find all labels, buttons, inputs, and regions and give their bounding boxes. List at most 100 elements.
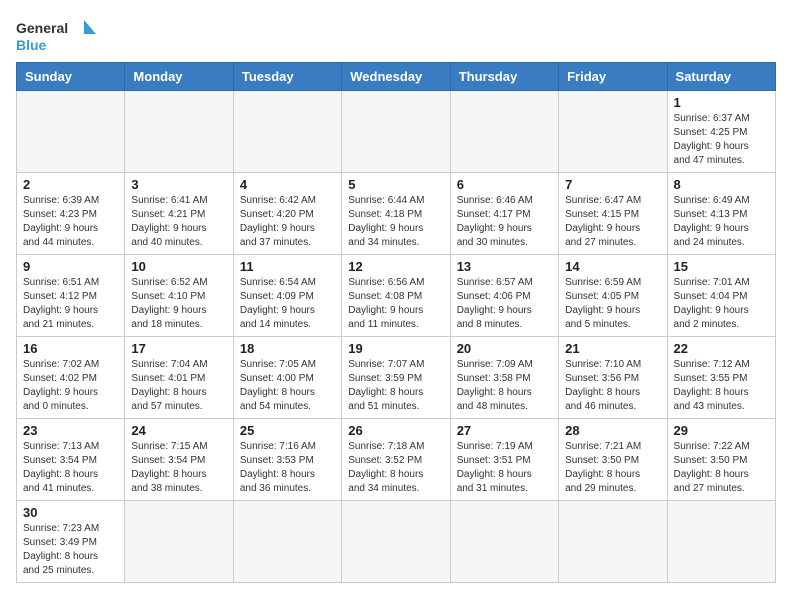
day-number: 17 [131,341,226,356]
day-info: Sunrise: 6:52 AM Sunset: 4:10 PM Dayligh… [131,276,226,332]
calendar-cell: 8 Sunrise: 6:49 AM Sunset: 4:13 PM Daylig… [667,173,775,255]
calendar-cell: 5 Sunrise: 6:44 AM Sunset: 4:18 PM Daylig… [342,173,450,255]
calendar-cell: 24Sunrise: 7:15 AM Sunset: 3:54 PM Dayli… [125,419,233,501]
weekday-header: Saturday [667,63,775,91]
calendar-cell: 23 Sunrise: 7:13 AM Sunset: 3:54 PM Dayli… [17,419,125,501]
logo-svg-container: General Blue [16,16,96,54]
logo-icon: General Blue [16,16,96,54]
day-info: Sunrise: 6:37 AM Sunset: 4:25 PM Dayligh… [674,112,769,168]
day-number: 30 [23,505,118,520]
day-number: 23 [23,423,118,438]
day-info: Sunrise: 6:49 AM Sunset: 4:13 PM Dayligh… [674,194,769,250]
calendar-cell: 30Sunrise: 7:23 AM Sunset: 3:49 PM Dayli… [17,501,125,583]
day-number: 13 [457,259,552,274]
calendar-cell: 16 Sunrise: 7:02 AM Sunset: 4:02 PM Dayli… [17,337,125,419]
day-number: 8 [674,177,769,192]
calendar-cell: 17 Sunrise: 7:04 AM Sunset: 4:01 PM Dayli… [125,337,233,419]
calendar-week-row: 1 Sunrise: 6:37 AM Sunset: 4:25 PM Daylig… [17,91,776,173]
calendar-cell: 10 Sunrise: 6:52 AM Sunset: 4:10 PM Dayli… [125,255,233,337]
day-number: 1 [674,95,769,110]
day-info: Sunrise: 7:04 AM Sunset: 4:01 PM Dayligh… [131,358,226,414]
calendar-cell [17,91,125,173]
day-info: Sunrise: 7:07 AM Sunset: 3:59 PM Dayligh… [348,358,443,414]
day-number: 5 [348,177,443,192]
calendar-cell: 26 Sunrise: 7:18 AM Sunset: 3:52 PM Dayli… [342,419,450,501]
day-number: 10 [131,259,226,274]
calendar-cell: 2 Sunrise: 6:39 AM Sunset: 4:23 PM Daylig… [17,173,125,255]
calendar-cell: 4Sunrise: 6:42 AM Sunset: 4:20 PM Daylig… [233,173,341,255]
day-info: Sunrise: 7:05 AM Sunset: 4:00 PM Dayligh… [240,358,335,414]
calendar-cell: 27 Sunrise: 7:19 AM Sunset: 3:51 PM Dayli… [450,419,558,501]
calendar-cell [559,91,667,173]
calendar-cell [667,501,775,583]
calendar-cell [125,91,233,173]
day-number: 25 [240,423,335,438]
day-info: Sunrise: 7:15 AM Sunset: 3:54 PM Dayligh… [131,440,226,496]
calendar-cell [450,501,558,583]
day-number: 15 [674,259,769,274]
weekday-header: Friday [559,63,667,91]
calendar-cell: 21 Sunrise: 7:10 AM Sunset: 3:56 PM Dayli… [559,337,667,419]
calendar-table: SundayMondayTuesdayWednesdayThursdayFrid… [16,62,776,583]
day-number: 9 [23,259,118,274]
calendar-week-row: 23 Sunrise: 7:13 AM Sunset: 3:54 PM Dayli… [17,419,776,501]
day-number: 18 [240,341,335,356]
day-info: Sunrise: 6:59 AM Sunset: 4:05 PM Dayligh… [565,276,660,332]
calendar-cell: 22 Sunrise: 7:12 AM Sunset: 3:55 PM Dayli… [667,337,775,419]
day-info: Sunrise: 7:16 AM Sunset: 3:53 PM Dayligh… [240,440,335,496]
day-info: Sunrise: 7:02 AM Sunset: 4:02 PM Dayligh… [23,358,118,414]
calendar-week-row: 2 Sunrise: 6:39 AM Sunset: 4:23 PM Daylig… [17,173,776,255]
calendar-cell: 28 Sunrise: 7:21 AM Sunset: 3:50 PM Dayli… [559,419,667,501]
day-number: 28 [565,423,660,438]
day-number: 29 [674,423,769,438]
calendar-cell: 1 Sunrise: 6:37 AM Sunset: 4:25 PM Daylig… [667,91,775,173]
calendar-cell: 6Sunrise: 6:46 AM Sunset: 4:17 PM Daylig… [450,173,558,255]
weekday-header: Monday [125,63,233,91]
calendar-cell: 25 Sunrise: 7:16 AM Sunset: 3:53 PM Dayli… [233,419,341,501]
day-info: Sunrise: 7:13 AM Sunset: 3:54 PM Dayligh… [23,440,118,496]
calendar-cell [233,501,341,583]
day-info: Sunrise: 6:54 AM Sunset: 4:09 PM Dayligh… [240,276,335,332]
weekday-header: Wednesday [342,63,450,91]
day-info: Sunrise: 6:46 AM Sunset: 4:17 PM Dayligh… [457,194,552,250]
day-number: 2 [23,177,118,192]
day-number: 22 [674,341,769,356]
day-number: 7 [565,177,660,192]
day-info: Sunrise: 6:44 AM Sunset: 4:18 PM Dayligh… [348,194,443,250]
day-info: Sunrise: 6:57 AM Sunset: 4:06 PM Dayligh… [457,276,552,332]
day-info: Sunrise: 6:42 AM Sunset: 4:20 PM Dayligh… [240,194,335,250]
day-info: Sunrise: 6:56 AM Sunset: 4:08 PM Dayligh… [348,276,443,332]
day-number: 26 [348,423,443,438]
day-number: 16 [23,341,118,356]
calendar-cell: 19Sunrise: 7:07 AM Sunset: 3:59 PM Dayli… [342,337,450,419]
calendar-cell: 13 Sunrise: 6:57 AM Sunset: 4:06 PM Dayli… [450,255,558,337]
day-info: Sunrise: 7:10 AM Sunset: 3:56 PM Dayligh… [565,358,660,414]
day-info: Sunrise: 6:51 AM Sunset: 4:12 PM Dayligh… [23,276,118,332]
day-number: 14 [565,259,660,274]
day-info: Sunrise: 7:21 AM Sunset: 3:50 PM Dayligh… [565,440,660,496]
calendar-week-row: 9 Sunrise: 6:51 AM Sunset: 4:12 PM Daylig… [17,255,776,337]
weekday-header: Thursday [450,63,558,91]
weekday-header: Tuesday [233,63,341,91]
day-number: 3 [131,177,226,192]
day-number: 27 [457,423,552,438]
logo: General Blue [16,16,96,54]
calendar-cell: 14 Sunrise: 6:59 AM Sunset: 4:05 PM Dayli… [559,255,667,337]
calendar-cell: 29Sunrise: 7:22 AM Sunset: 3:50 PM Dayli… [667,419,775,501]
calendar-cell [559,501,667,583]
page-header: General Blue [16,16,776,54]
calendar-cell [450,91,558,173]
day-info: Sunrise: 7:19 AM Sunset: 3:51 PM Dayligh… [457,440,552,496]
day-number: 20 [457,341,552,356]
day-info: Sunrise: 6:39 AM Sunset: 4:23 PM Dayligh… [23,194,118,250]
calendar-cell [342,91,450,173]
day-info: Sunrise: 7:18 AM Sunset: 3:52 PM Dayligh… [348,440,443,496]
day-number: 21 [565,341,660,356]
calendar-cell [233,91,341,173]
calendar-week-row: 16 Sunrise: 7:02 AM Sunset: 4:02 PM Dayli… [17,337,776,419]
calendar-cell: 20Sunrise: 7:09 AM Sunset: 3:58 PM Dayli… [450,337,558,419]
day-info: Sunrise: 6:41 AM Sunset: 4:21 PM Dayligh… [131,194,226,250]
calendar-cell: 15Sunrise: 7:01 AM Sunset: 4:04 PM Dayli… [667,255,775,337]
calendar-cell: 3 Sunrise: 6:41 AM Sunset: 4:21 PM Daylig… [125,173,233,255]
day-info: Sunrise: 7:12 AM Sunset: 3:55 PM Dayligh… [674,358,769,414]
